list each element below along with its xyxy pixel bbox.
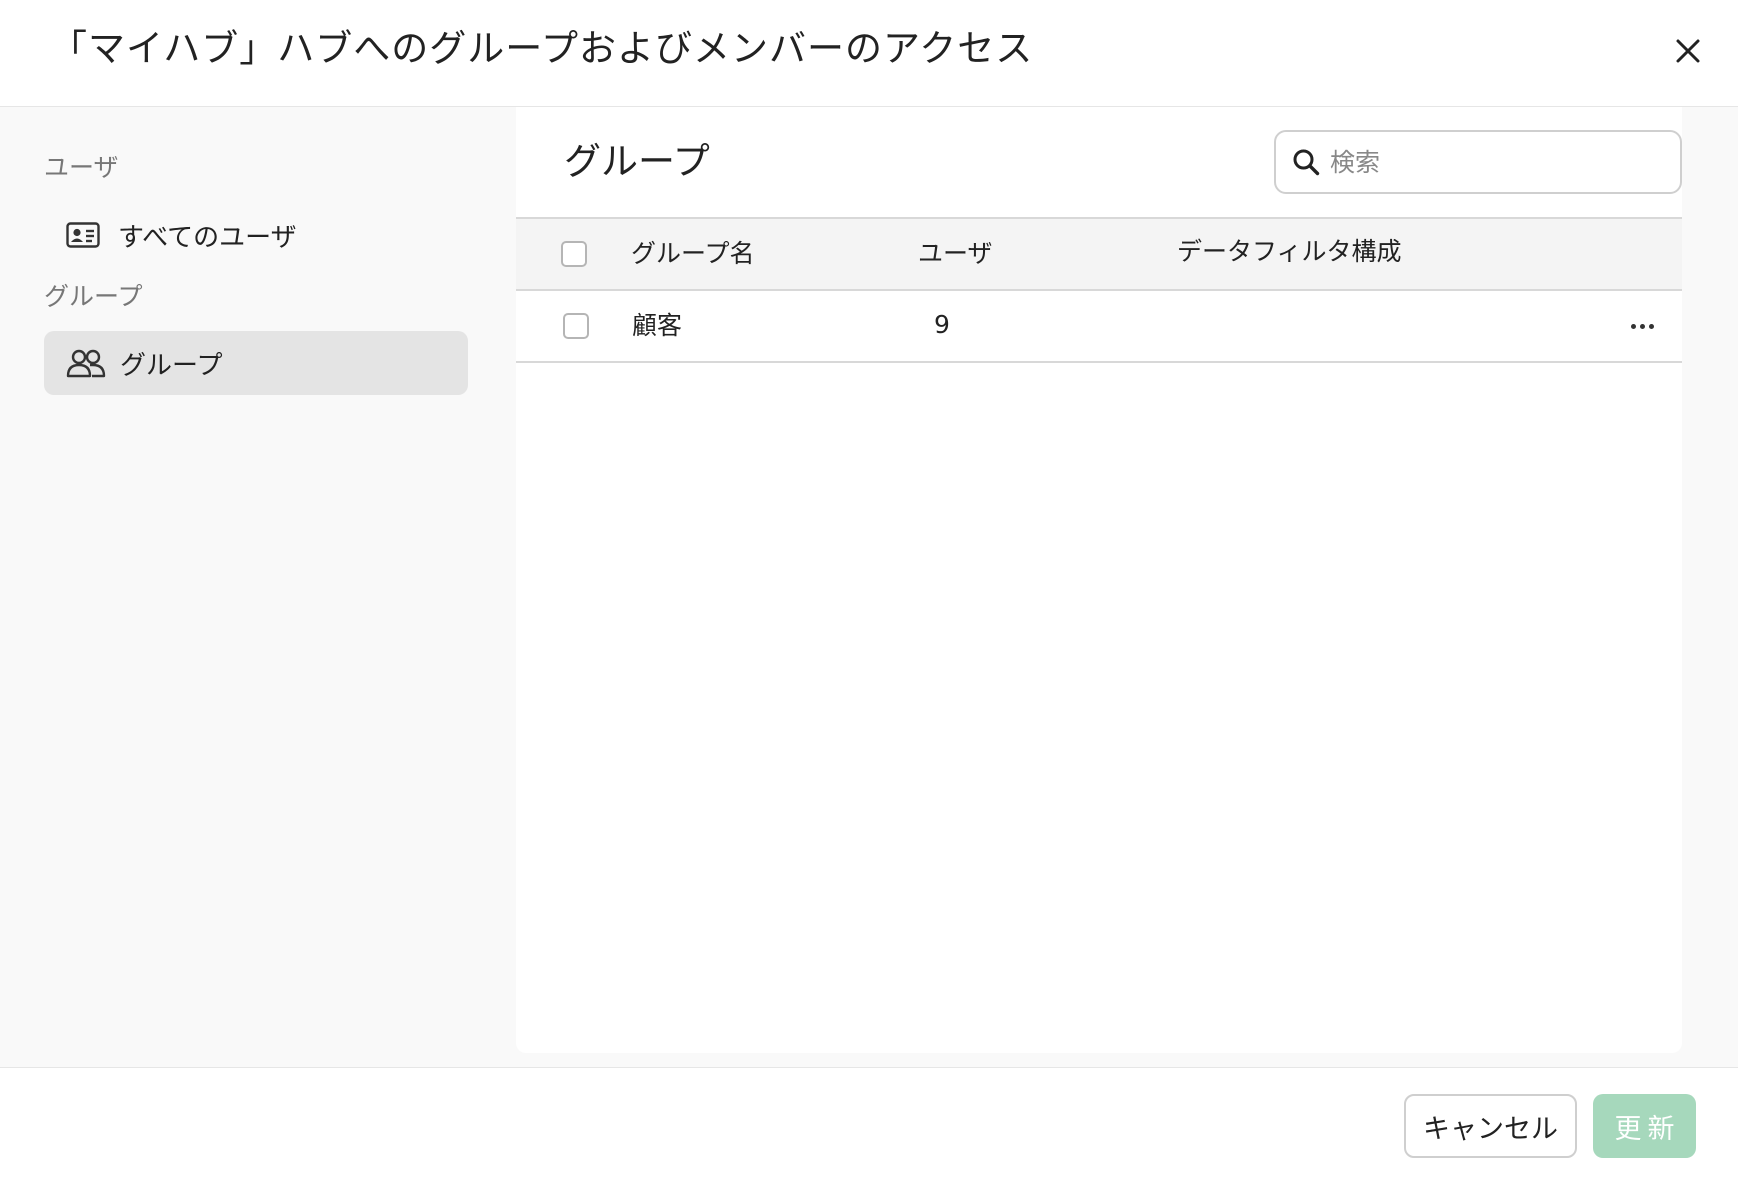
sidebar-item-label: すべてのユーザ [118,222,297,253]
table-header: グループ名 ユーザ データフィルタ構成 [516,217,1682,291]
close-button[interactable] [1664,27,1712,75]
select-all-checkbox[interactable] [561,241,587,267]
sidebar-item-groups[interactable]: グループ [44,331,468,395]
dialog-title: 「マイハブ」ハブへのグループおよびメンバーのアクセス [50,27,1034,70]
users-icon [66,348,108,378]
close-icon [1676,39,1700,63]
id-card-icon [66,220,108,250]
panel-title: グループ [564,140,710,183]
sidebar-item-all-users[interactable]: すべてのユーザ [44,203,468,267]
column-header-group-name[interactable]: グループ名 [631,237,755,271]
search-input[interactable] [1330,147,1650,177]
column-header-users[interactable]: ユーザ [918,237,993,271]
update-button[interactable]: 更新 [1593,1094,1696,1158]
column-header-data-filter[interactable]: データフィルタ構成 [1177,235,1402,269]
groups-panel: グループ グループ名 ユーザ データフィルタ構成 顧客 9 [516,107,1682,1053]
sidebar: ユーザ すべてのユーザ グループ グループ [0,107,516,1068]
table-row[interactable]: 顧客 9 [516,291,1682,363]
row-checkbox[interactable] [563,313,589,339]
dialog-body: ユーザ すべてのユーザ グループ グループ グループ 検索 グループ名 ユーザ … [0,107,1738,1068]
group-name-cell: 顧客 [632,311,683,340]
cancel-button[interactable]: キャンセル [1404,1094,1577,1158]
row-more-button[interactable] [1622,311,1662,341]
more-options-icon [1630,323,1654,329]
sidebar-item-label: グループ [120,350,223,381]
search-icon [1293,149,1320,176]
search-box[interactable] [1274,130,1682,194]
dialog-header: 「マイハブ」ハブへのグループおよびメンバーのアクセス [0,0,1738,107]
sidebar-section-users: ユーザ [44,153,119,182]
user-count-cell: 9 [934,310,950,339]
group-access-dialog: 「マイハブ」ハブへのグループおよびメンバーのアクセス ユーザ すべてのユーザ グ… [0,0,1738,1178]
sidebar-section-groups: グループ [44,282,143,311]
